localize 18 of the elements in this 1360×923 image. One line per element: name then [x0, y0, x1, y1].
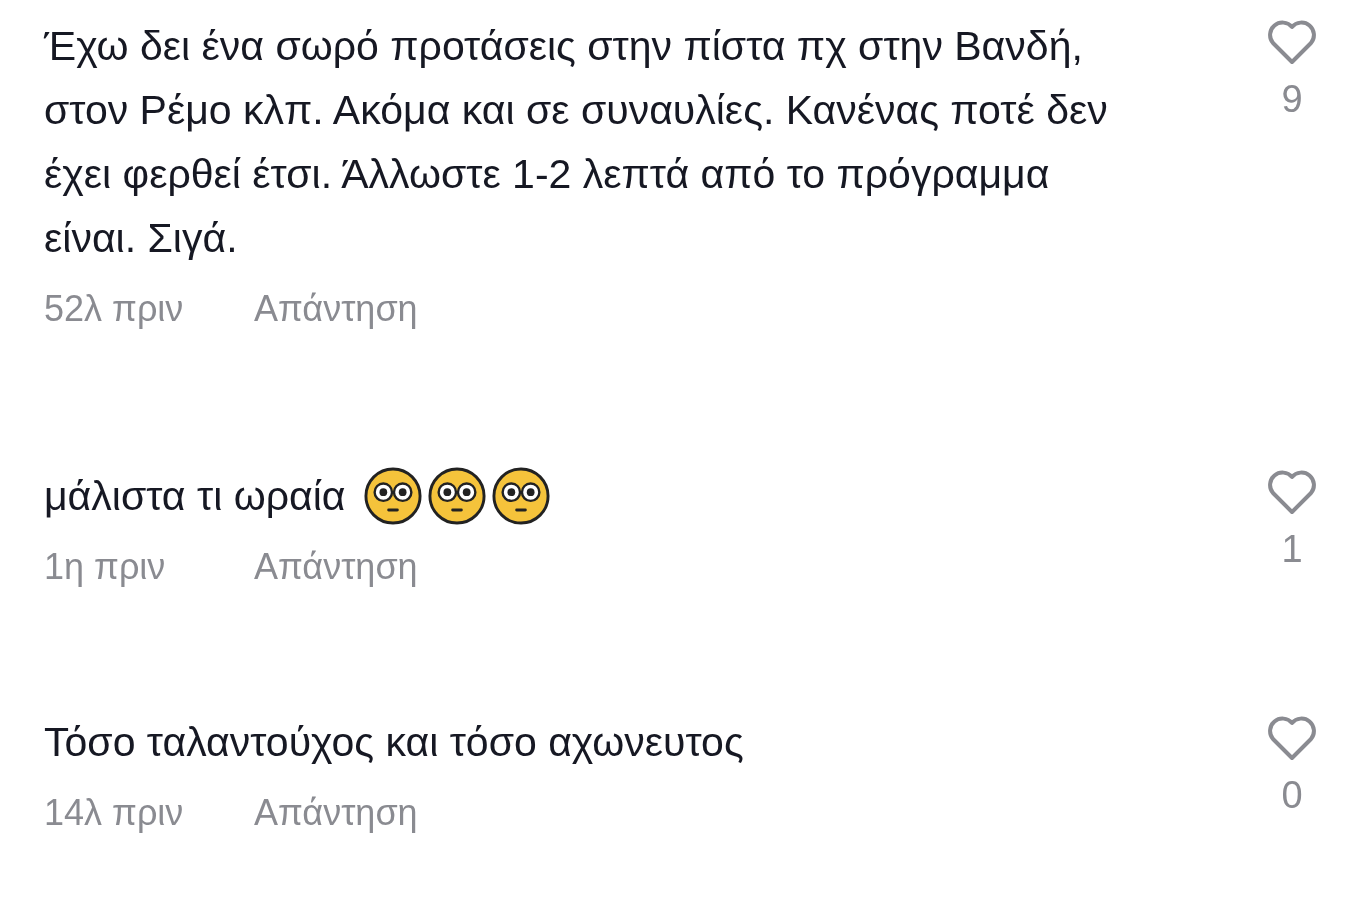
heart-icon[interactable] [1266, 470, 1318, 516]
like-count: 1 [1281, 528, 1303, 571]
comment-time: 14λ πριν [44, 791, 185, 835]
heart-icon[interactable] [1266, 716, 1318, 762]
reply-link[interactable]: Απάντηση [254, 284, 418, 334]
flushed-emoji-icon [427, 467, 486, 525]
comment-text: μάλιστα τι ωραία [44, 472, 346, 521]
reply-link[interactable]: Απάντηση [254, 788, 418, 838]
comment-text: Έχω δει ένα σωρό προτάσεις στην πίστα πχ στην Βανδή, στον Ρέμο κλπ. Ακόμα και σε συναυλίες. Κανένας ποτέ δεν έχει φερθεί έτσι. Άλλωστε 1-2 λεπτά από το πρόγραμμα είναι. Σιγά. [44, 22, 1109, 263]
like-count: 0 [1281, 774, 1303, 817]
flushed-emoji-icon [491, 467, 550, 525]
comment-time: 52λ πριν [44, 287, 185, 331]
like-count: 9 [1281, 78, 1303, 121]
reply-link[interactable]: Απάντηση [254, 542, 418, 592]
comment-time: 1η πριν [44, 545, 167, 589]
flushed-emoji-icon [363, 467, 422, 525]
comment-text: Τόσο ταλαντούχος και τόσο αχωνευτος [44, 718, 744, 767]
heart-icon[interactable] [1266, 20, 1318, 66]
